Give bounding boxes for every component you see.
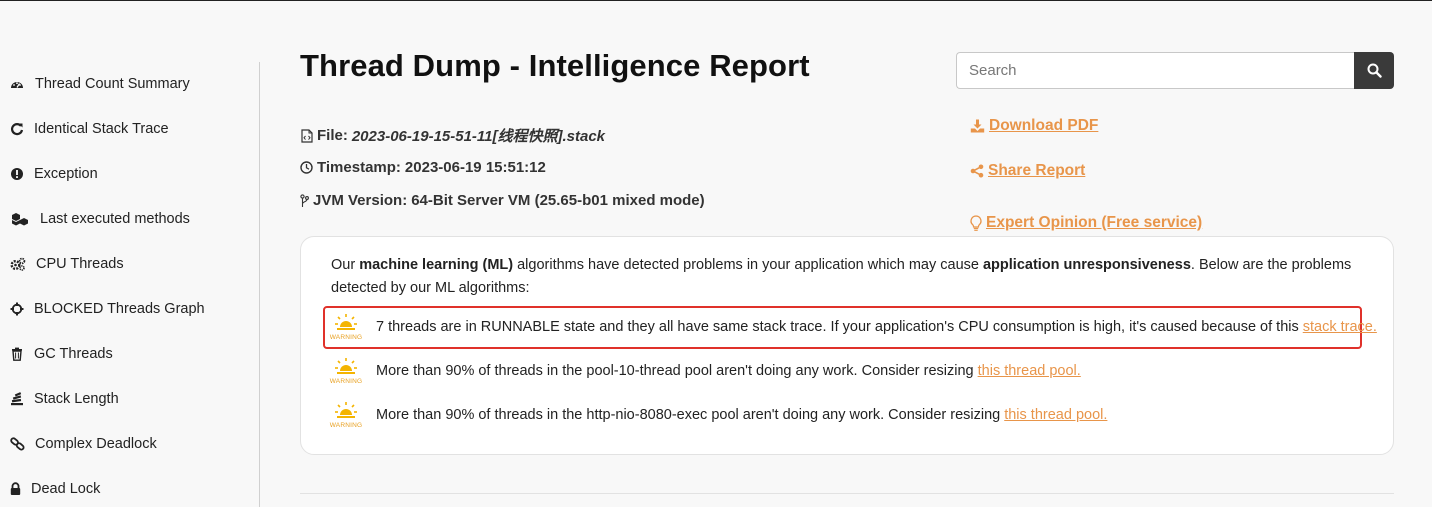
dashboard-icon [10,77,24,91]
sidebar-item-complex-deadlock[interactable]: Complex Deadlock [10,432,157,456]
sidebar-item-label: Exception [34,166,98,182]
section-divider [300,493,1394,494]
link-icon [10,437,25,451]
thread-pool-link[interactable]: this thread pool. [1004,407,1107,423]
intro-ml-bold: machine learning (ML) [359,257,514,273]
ml-intro-text: Our machine learning (ML) algorithms hav… [331,254,1371,300]
intro-text-part: Our [331,257,360,273]
clock-icon [300,161,313,175]
warning-sun-icon: WARNING [327,397,365,433]
sidebar-item-identical-stack-trace[interactable]: Identical Stack Trace [10,117,169,141]
warning-item: WARNING 7 threads are in RUNNABLE state … [327,309,1377,345]
cubes-icon [10,212,30,226]
timestamp-value: 2023-06-19 15:51:12 [404,159,546,176]
page-title: Thread Dump - Intelligence Report [300,48,810,83]
warning-item: WARNING More than 90% of threads in the … [327,353,1081,389]
jvm-value: 64-Bit Server VM (25.65-b01 mixed mode) [411,192,705,209]
warning-sun-icon: WARNING [327,353,365,389]
timestamp-label: Timestamp: [317,159,401,176]
sidebar-item-label: Stack Length [34,391,119,407]
thread-pool-link[interactable]: this thread pool. [978,363,1081,379]
sidebar-item-stack-length[interactable]: Stack Length [10,387,119,411]
intro-text-part: algorithms have detected problems in you… [513,257,983,273]
search-input[interactable] [956,52,1354,89]
jvm-label: JVM Version: [313,192,408,209]
crosshairs-icon [10,302,24,316]
stack-icon [10,392,24,406]
warning-item: WARNING More than 90% of threads in the … [327,397,1107,433]
warning-sun-icon: WARNING [327,309,365,345]
warning-text: 7 threads are in RUNNABLE state and they… [376,319,1299,335]
sidebar-item-label: CPU Threads [36,256,124,272]
download-pdf-link[interactable]: Download PDF [970,117,1098,135]
jvm-version-info: JVM Version: 64-Bit Server VM (25.65-b01… [300,192,705,209]
sidebar-item-label: Dead Lock [31,481,101,497]
share-report-link[interactable]: Share Report [970,162,1085,180]
share-icon [970,164,984,178]
timestamp-info: Timestamp: 2023-06-19 15:51:12 [300,159,546,176]
lightbulb-icon [970,214,982,232]
exclamation-circle-icon [10,167,24,181]
sidebar-item-dead-lock[interactable]: Dead Lock [10,477,100,501]
warning-text: More than 90% of threads in the pool-10-… [376,363,974,379]
sidebar-item-last-executed-methods[interactable]: Last executed methods [10,207,190,231]
share-report-label: Share Report [988,162,1086,179]
file-info: File: 2023-06-19-15-51-11[线程快照].stack [300,125,605,146]
file-name: 2023-06-19-15-51-11[线程快照].stack [351,128,606,145]
warning-badge-text: WARNING [329,378,363,385]
code-branch-icon [300,193,309,208]
intro-unresponsiveness-bold: application unresponsiveness [982,257,1191,273]
cogs-icon [10,257,26,271]
stack-trace-link[interactable]: stack trace. [1303,319,1377,335]
file-label: File: [317,127,348,144]
search-button[interactable] [1354,52,1394,89]
sidebar-item-thread-count-summary[interactable]: Thread Count Summary [10,72,190,96]
expert-opinion-link[interactable]: Expert Opinion (Free service) [970,214,1202,232]
ml-problems-card: Our machine learning (ML) algorithms hav… [300,236,1394,455]
sidebar-item-label: BLOCKED Threads Graph [34,301,205,317]
file-code-icon [300,128,313,143]
sidebar-item-blocked-threads-graph[interactable]: BLOCKED Threads Graph [10,297,205,321]
search-bar [956,52,1394,89]
sidebar-item-gc-threads[interactable]: GC Threads [10,342,113,366]
download-icon [970,119,985,133]
search-icon [1367,63,1382,78]
sidebar: Thread Count Summary Identical Stack Tra… [0,0,260,507]
sidebar-item-label: GC Threads [34,346,113,362]
sidebar-item-cpu-threads[interactable]: CPU Threads [10,252,124,276]
download-pdf-label: Download PDF [989,117,1099,134]
sidebar-divider [259,62,260,507]
sidebar-item-label: Thread Count Summary [35,76,190,92]
sidebar-item-label: Complex Deadlock [35,436,157,452]
lock-icon [10,482,21,496]
expert-opinion-label: Expert Opinion (Free service) [986,214,1203,231]
warning-badge-text: WARNING [329,334,363,341]
refresh-icon [10,122,24,136]
warning-text: More than 90% of threads in the http-nio… [376,407,1001,423]
warning-badge-text: WARNING [329,422,363,429]
trash-icon [10,347,24,361]
sidebar-item-label: Last executed methods [40,211,190,227]
sidebar-item-exception[interactable]: Exception [10,162,98,186]
sidebar-item-label: Identical Stack Trace [34,121,169,137]
